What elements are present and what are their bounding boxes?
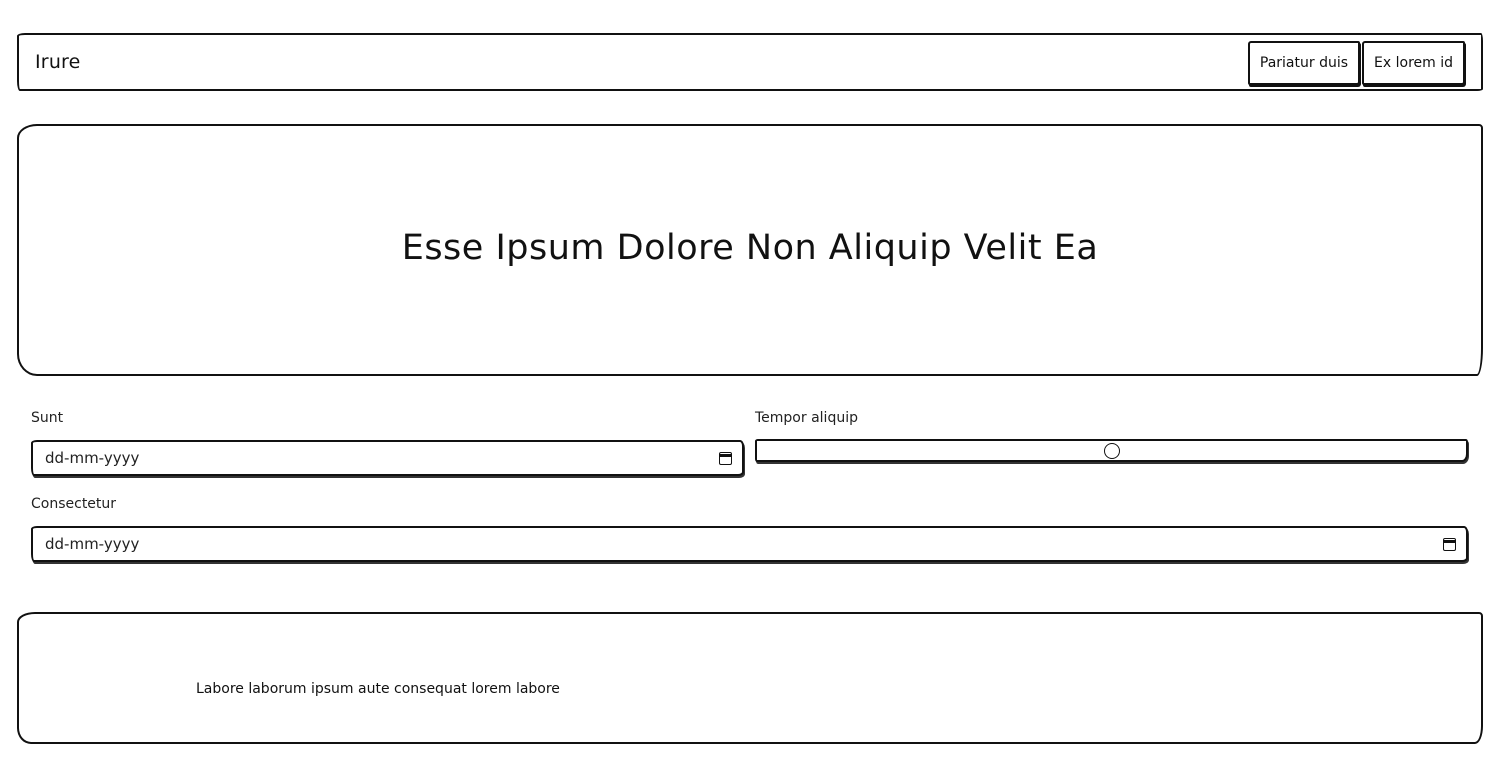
footer-text: Labore laborum ipsum aute consequat lore… [196, 681, 560, 697]
calendar-icon[interactable] [1443, 537, 1456, 551]
sunt-label: Sunt [31, 410, 64, 426]
hero-section: Esse Ipsum Dolore Non Aliquip Velit Ea [17, 124, 1483, 376]
top-nav-bar: Irure Pariatur duis Ex lorem id [17, 33, 1483, 91]
tempor-aliquip-label: Tempor aliquip [755, 410, 858, 426]
nav-button-ex-lorem-id[interactable]: Ex lorem id [1362, 41, 1465, 85]
calendar-icon[interactable] [719, 451, 732, 465]
nav-buttons: Pariatur duis Ex lorem id [1247, 41, 1465, 85]
footer-section: Labore laborum ipsum aute consequat lore… [17, 612, 1483, 744]
hero-title: Esse Ipsum Dolore Non Aliquip Velit Ea [401, 228, 1099, 268]
consectetur-date-field[interactable]: dd-mm-yyyy [31, 526, 1468, 562]
slider-thumb[interactable] [1103, 443, 1120, 459]
consectetur-label: Consectetur [31, 496, 117, 512]
sunt-date-placeholder: dd-mm-yyyy [45, 449, 140, 467]
brand-title: Irure [35, 51, 81, 73]
tempor-aliquip-slider[interactable] [755, 439, 1468, 462]
nav-button-pariatur-duis[interactable]: Pariatur duis [1247, 41, 1361, 85]
sunt-date-field[interactable]: dd-mm-yyyy [31, 440, 744, 476]
consectetur-date-placeholder: dd-mm-yyyy [45, 535, 140, 553]
